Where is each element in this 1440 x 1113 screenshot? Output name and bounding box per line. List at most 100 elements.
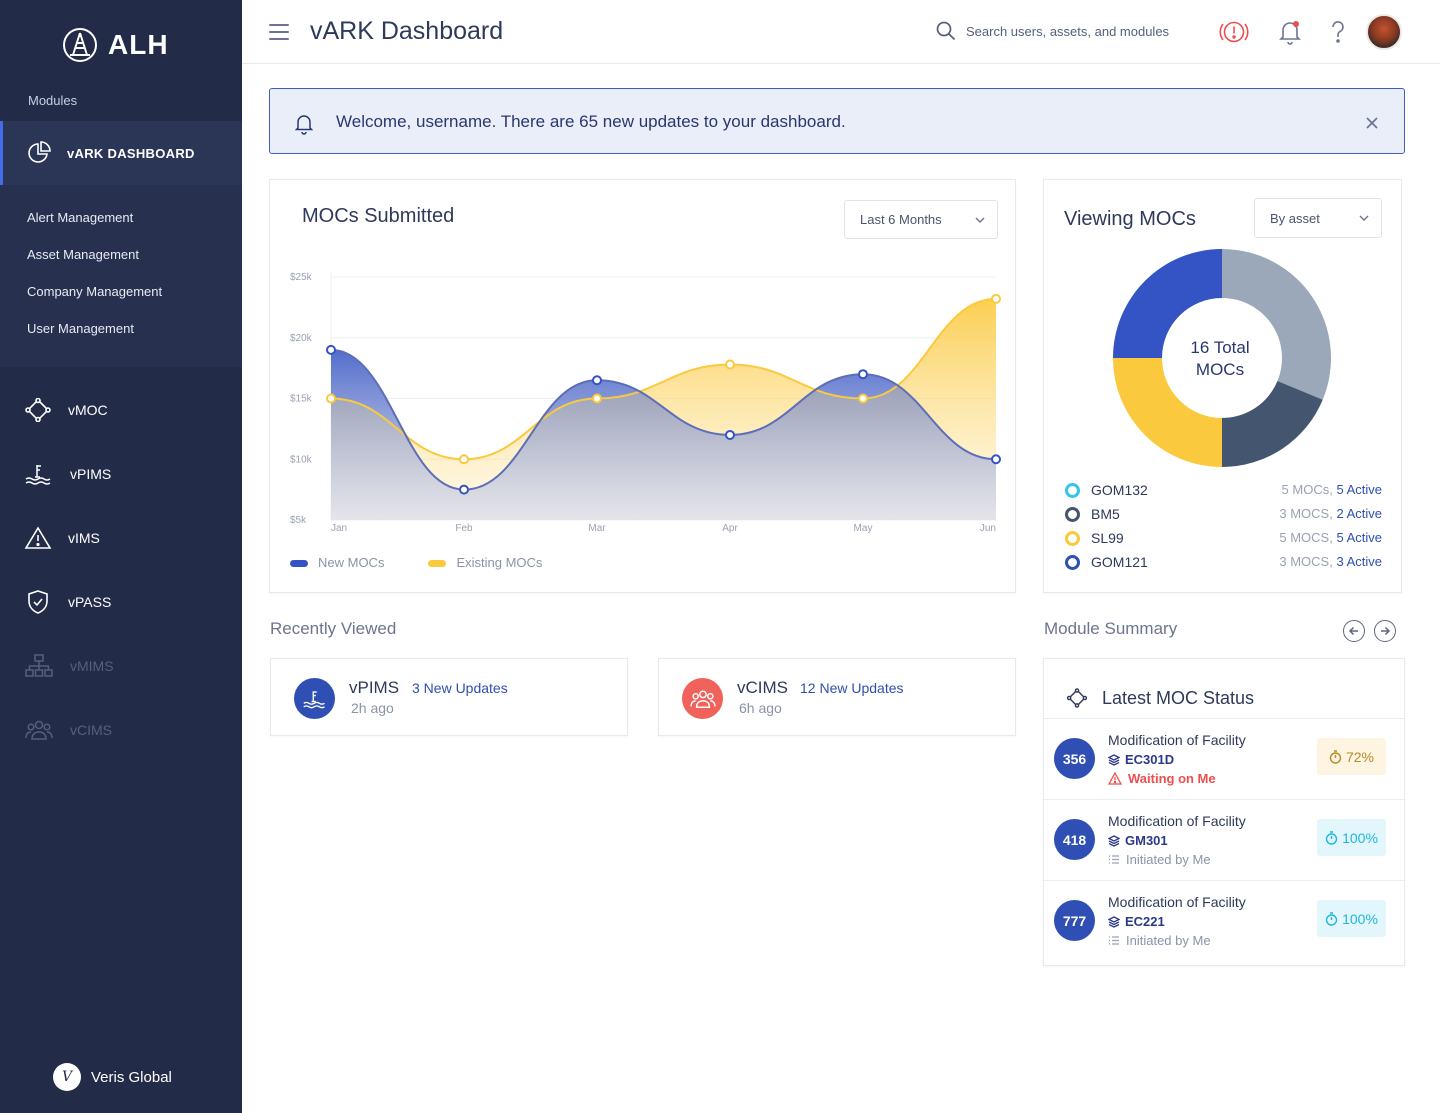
- moc-status-row[interactable]: 356 Modification of Facility EC301D Wait…: [1044, 718, 1404, 799]
- chevron-down-icon: [1359, 215, 1369, 221]
- donut-legend-item[interactable]: BM5 3 MOCS, 2 Active: [1064, 505, 1382, 525]
- moc-status-row[interactable]: 777 Modification of Facility EC221 Initi…: [1044, 880, 1404, 961]
- asset-name: GOM132: [1091, 482, 1148, 498]
- prev-arrow-button[interactable]: [1343, 620, 1365, 642]
- pie-chart-icon: [28, 141, 51, 163]
- moc-count: 3 MOCS,: [1279, 554, 1333, 569]
- sidebar-item-label: vCIMS: [70, 722, 112, 738]
- sidebar-item-vpims[interactable]: vPIMS: [24, 462, 111, 486]
- alh-logo[interactable]: ALH: [62, 27, 169, 63]
- range-select-value: Last 6 Months: [860, 212, 942, 227]
- moc-code: EC221: [1108, 914, 1165, 929]
- moc-count: 3 MOCS,: [1279, 506, 1333, 521]
- submenu-user-management[interactable]: User Management: [27, 321, 134, 336]
- moc-title: Modification of Facility: [1108, 732, 1246, 748]
- sidebar-item-vmoc[interactable]: vMOC: [24, 398, 108, 422]
- next-arrow-button[interactable]: [1374, 620, 1396, 642]
- vpims-pipeline-icon: [25, 465, 51, 485]
- notification-bell-icon[interactable]: [1278, 18, 1302, 46]
- oil-rig-logo-icon: [63, 28, 97, 62]
- stopwatch-icon: [1325, 911, 1338, 926]
- moc-status-label: Waiting on Me: [1128, 771, 1216, 786]
- recent-updates-link[interactable]: 12 New Updates: [800, 680, 904, 696]
- page-title: vARK Dashboard: [310, 17, 504, 45]
- vpims-icon: [294, 678, 335, 719]
- moc-count: 5 MOCS,: [1279, 530, 1333, 545]
- recently-viewed-title: Recently Viewed: [270, 619, 397, 638]
- y-tick-label: $20k: [290, 333, 313, 344]
- new-mocs-point: [991, 454, 1001, 465]
- asset-select[interactable]: By asset: [1254, 198, 1382, 238]
- submenu-alert-management[interactable]: Alert Management: [27, 210, 133, 225]
- asset-moc-count: 3 MOCS, 2 Active: [1279, 506, 1382, 521]
- bell-icon: [294, 115, 314, 135]
- moc-title: Modification of Facility: [1108, 894, 1246, 910]
- warning-icon: [24, 526, 52, 549]
- moc-progress-value: 100%: [1342, 910, 1378, 927]
- donut-legend-item[interactable]: GOM121 3 MOCS, 3 Active: [1064, 553, 1382, 573]
- donut-legend-item[interactable]: SL99 5 MOCS, 5 Active: [1064, 529, 1382, 549]
- user-avatar[interactable]: [1366, 14, 1402, 50]
- latest-moc-status-title: Latest MOC Status: [1102, 688, 1255, 708]
- hamburger-menu-icon[interactable]: [269, 24, 289, 40]
- legend-label: Existing MOCs: [456, 555, 543, 570]
- donut-legend-item[interactable]: GOM132 5 MOCs, 5 Active: [1064, 481, 1382, 501]
- range-select[interactable]: Last 6 Months: [844, 200, 998, 239]
- layers-icon: [1108, 753, 1120, 766]
- moc-number-badge: 777: [1054, 900, 1095, 941]
- existing-mocs-point: [725, 359, 735, 370]
- active-count: 2 Active: [1336, 506, 1382, 521]
- submenu-company-management[interactable]: Company Management: [27, 284, 162, 299]
- new-mocs-point: [459, 484, 469, 495]
- moc-status-row[interactable]: 418 Modification of Facility GM301 Initi…: [1044, 799, 1404, 880]
- recent-card-vcims[interactable]: vCIMS 12 New Updates 6h ago: [658, 658, 1016, 736]
- donut-title: Viewing MOCs: [1064, 208, 1196, 230]
- veris-global-brand: V Veris Global: [53, 1063, 172, 1091]
- legend-new-mocs[interactable]: New MOCs: [290, 555, 384, 570]
- legend-ring-icon: [1065, 531, 1080, 546]
- help-icon[interactable]: [1328, 18, 1348, 46]
- donut-center-label: 16 Total MOCs: [1160, 337, 1280, 381]
- alert-icon[interactable]: [1218, 18, 1250, 46]
- sidebar-item-vims[interactable]: vIMS: [24, 526, 100, 550]
- close-icon[interactable]: [1365, 116, 1379, 130]
- sidebar-item-vmims[interactable]: vMIMS: [24, 654, 114, 678]
- asset-moc-count: 5 MOCS, 5 Active: [1279, 530, 1382, 545]
- search-input[interactable]: Search users, assets, and modules: [936, 21, 1169, 41]
- module-summary-card: Latest MOC Status 356 Modification of Fa…: [1043, 658, 1405, 966]
- recent-updates-link[interactable]: 3 New Updates: [412, 680, 508, 696]
- sidebar-item-label: vARK DASHBOARD: [67, 145, 195, 161]
- legend-swatch: [428, 560, 447, 568]
- layers-icon: [1108, 915, 1120, 928]
- moc-code-label: GM301: [1125, 833, 1168, 848]
- legend-swatch: [290, 560, 308, 568]
- vmoc-icon: [25, 398, 51, 422]
- legend-ring-icon: [1065, 483, 1080, 498]
- moc-code-label: EC221: [1125, 914, 1165, 929]
- sidebar-item-vpass[interactable]: vPASS: [24, 590, 111, 614]
- moc-count: 5 MOCs,: [1281, 482, 1333, 497]
- asset-name: GOM121: [1091, 554, 1148, 570]
- welcome-banner: Welcome, username. There are 65 new upda…: [269, 88, 1405, 154]
- stopwatch-icon: [1329, 749, 1342, 764]
- top-bar: vARK Dashboard Search users, assets, and…: [242, 0, 1440, 64]
- sidebar-item-label: vMIMS: [70, 658, 114, 674]
- moc-status: Waiting on Me: [1108, 771, 1216, 786]
- sidebar-item-vark-dashboard[interactable]: vARK DASHBOARD: [0, 121, 242, 185]
- x-tick-label: May: [854, 523, 873, 534]
- legend-existing-mocs[interactable]: Existing MOCs: [428, 555, 542, 570]
- asset-name: BM5: [1091, 506, 1120, 522]
- moc-progress-badge: 72%: [1317, 738, 1386, 775]
- x-tick-label: Mar: [588, 523, 606, 534]
- sidebar-item-vcims[interactable]: vCIMS: [24, 718, 112, 742]
- checklist-icon: [1109, 936, 1119, 945]
- veris-label: Veris Global: [91, 1068, 172, 1086]
- x-tick-label: Apr: [722, 523, 738, 534]
- recent-card-vpims[interactable]: vPIMS 3 New Updates 2h ago: [270, 658, 628, 736]
- donut-slice[interactable]: [1222, 380, 1323, 467]
- banner-message: Welcome, username. There are 65 new upda…: [336, 112, 846, 131]
- warning-icon: [1108, 772, 1122, 785]
- submenu-asset-management[interactable]: Asset Management: [27, 247, 139, 262]
- sidebar-item-label: vPIMS: [70, 466, 112, 482]
- sidebar: ALH Modules vARK DASHBOARD Alert Managem…: [0, 0, 242, 1113]
